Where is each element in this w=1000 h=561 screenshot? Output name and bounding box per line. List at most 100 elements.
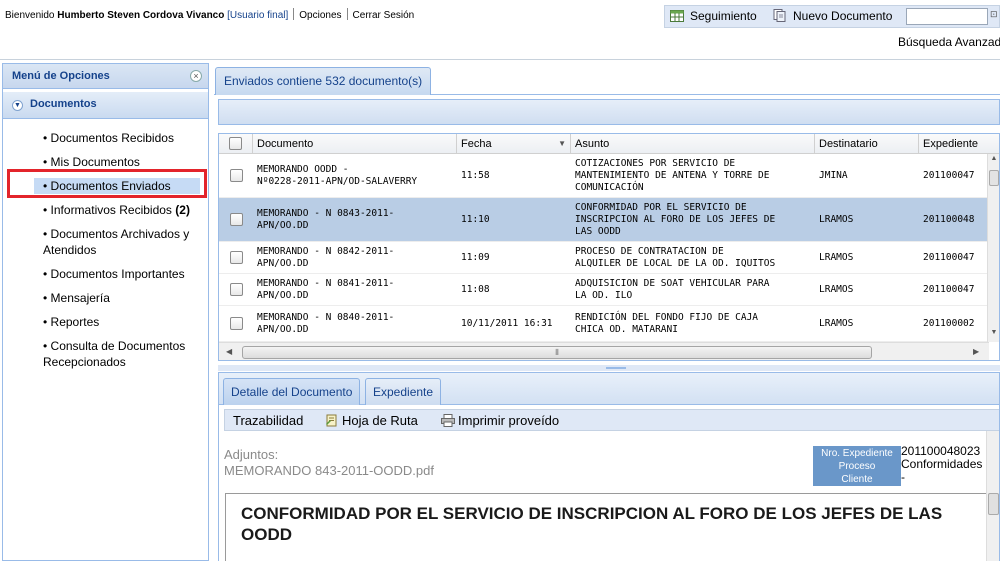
client-value: - (901, 470, 905, 484)
cell-asunto: RENDICIÓN DEL FONDO FIJO DE CAJA CHICA O… (575, 311, 759, 335)
cell-expediente: 201100002 (923, 317, 975, 329)
document-detail-panel: Detalle del Documento Expediente Trazabi… (218, 372, 1000, 561)
new-document-button[interactable]: Nuevo Documento (773, 9, 892, 23)
row-checkbox[interactable] (229, 213, 243, 226)
print-label: Imprimir proveído (458, 413, 560, 428)
menu-item-label: Consulta de Documentos Recepcionados (43, 339, 186, 369)
process-value: Conformidades (901, 457, 983, 471)
panel-splitter[interactable] (218, 365, 1000, 371)
route-sheet-icon (325, 414, 338, 427)
tab-expediente[interactable]: Expediente (365, 378, 442, 405)
top-toolbar: Seguimiento Nuevo Documento ⊡ (664, 5, 1000, 28)
scroll-left-icon[interactable]: ◀ (226, 347, 232, 356)
cell-documento: MEMORANDO - N 0842-2011- APN/OO.DD (257, 245, 395, 269)
column-header-expediente[interactable]: Expediente (919, 134, 999, 154)
menu-item-consulta-documentos[interactable]: • Consulta de Documentos Recepcionados (3, 338, 208, 370)
table-row[interactable]: MEMORANDO - N 0841-2011- APN/OO.DD 11:08… (219, 274, 989, 306)
grid-header: Documento Fecha ▼ Asunto Destinatario Exp… (219, 134, 999, 154)
options-link[interactable]: Opciones (299, 10, 341, 21)
menu-item-informativos-recibidos[interactable]: • Informativos Recibidos (2) (3, 202, 208, 218)
cell-destinatario: LRAMOS (819, 317, 854, 329)
divider (346, 8, 348, 20)
cell-documento: MEMORANDO - N 0840-2011- APN/OO.DD (257, 311, 395, 335)
table-row[interactable]: MEMORANDO - N 0843-2011- APN/OO.DD 11:10… (219, 198, 989, 242)
cell-fecha: 11:08 (461, 283, 490, 295)
advanced-search-link[interactable]: Búsqueda Avanzada (898, 35, 1000, 49)
tracking-label: Seguimiento (690, 9, 757, 23)
welcome-line: Bienvenido Humberto Steven Cordova Vivan… (5, 8, 414, 21)
table-row[interactable]: MEMORANDO OODD - Nº0228-2011-APN/OD-SALA… (219, 154, 989, 198)
menu-item-label: Mis Documentos (50, 155, 140, 169)
search-input[interactable] (906, 8, 988, 25)
attachment-file-link[interactable]: MEMORANDO 843-2011-OODD.pdf (224, 463, 434, 478)
documents-section-title: Documentos (30, 98, 97, 110)
menu-item-mis-documentos[interactable]: • Mis Documentos (3, 154, 208, 170)
documents-menu: • Documentos Recibidos • Mis Documentos … (3, 119, 208, 370)
route-sheet-button[interactable]: Hoja de Ruta (325, 413, 418, 428)
grid-horizontal-scrollbar[interactable]: ◀ ⦀ ▶ (219, 342, 989, 360)
expediente-number-label: Nro. Expediente (821, 448, 893, 459)
scroll-thumb[interactable]: ⦀ (242, 346, 872, 359)
menu-item-mensajeria[interactable]: • Mensajería (3, 290, 208, 306)
options-menu-header: Menú de Opciones × (3, 64, 208, 89)
tab-enviados[interactable]: Enviados contiene 532 documento(s) (215, 67, 432, 95)
client-label: Cliente (841, 474, 873, 485)
column-header-fecha[interactable]: Fecha ▼ (457, 134, 571, 154)
menu-item-label: Documentos Importantes (50, 267, 185, 281)
menu-item-documentos-recibidos[interactable]: • Documentos Recibidos (3, 130, 208, 146)
row-checkbox[interactable] (229, 317, 243, 330)
scroll-up-icon[interactable]: ▲ (989, 155, 999, 167)
cell-fecha: 11:58 (461, 169, 490, 181)
menu-item-documentos-archivados[interactable]: • Documentos Archivados y Atendidos (3, 226, 208, 258)
expediente-info-label: Nro. Expediente Proceso Cliente (813, 446, 901, 486)
row-checkbox[interactable] (229, 251, 243, 264)
cell-fecha: 11:09 (461, 251, 490, 263)
search-trigger-icon[interactable]: ⊡ (990, 9, 1000, 24)
scroll-thumb[interactable] (988, 493, 999, 515)
welcome-prefix: Bienvenido (5, 10, 55, 21)
cell-expediente: 201100047 (923, 283, 975, 295)
column-header-destinatario[interactable]: Destinatario (815, 134, 919, 154)
print-button[interactable]: Imprimir proveído (441, 413, 559, 428)
column-header-asunto[interactable]: Asunto (571, 134, 815, 154)
tab-detalle-documento[interactable]: Detalle del Documento (223, 378, 361, 405)
menu-item-documentos-enviados[interactable]: • Documentos Enviados (3, 178, 208, 194)
grid-toolbar (218, 99, 1000, 125)
grid-vertical-scrollbar[interactable]: ▲ ▼ (987, 154, 999, 342)
cell-expediente: 201100048 (923, 213, 975, 225)
menu-item-documentos-importantes[interactable]: • Documentos Importantes (3, 266, 208, 282)
document-icon (773, 9, 787, 22)
row-checkbox[interactable] (229, 283, 243, 296)
select-all-checkbox[interactable] (229, 137, 242, 150)
row-checkbox-cell (219, 242, 253, 273)
top-bar: Bienvenido Humberto Steven Cordova Vivan… (0, 0, 1000, 60)
documents-section-header[interactable]: ▼ Documentos (3, 92, 208, 119)
traceability-button[interactable]: Trazabilidad (233, 413, 303, 428)
menu-item-label: Informativos Recibidos (50, 203, 172, 217)
row-checkbox[interactable] (229, 169, 243, 182)
menu-item-reportes[interactable]: • Reportes (3, 314, 208, 330)
sort-desc-icon: ▼ (558, 139, 566, 148)
process-label: Proceso (838, 461, 876, 472)
menu-item-label: Reportes (50, 315, 100, 329)
chevron-down-icon: ▼ (12, 100, 23, 111)
column-header-documento[interactable]: Documento (253, 134, 457, 154)
table-row[interactable]: MEMORANDO - N 0840-2011- APN/OO.DD 10/11… (219, 306, 989, 342)
menu-item-label: Mensajería (50, 291, 110, 305)
main-tab-strip: Enviados contiene 532 documento(s) (214, 63, 1000, 95)
tracking-button[interactable]: Seguimiento (670, 9, 757, 23)
table-row[interactable]: MEMORANDO - N 0842-2011- APN/OO.DD 11:09… (219, 242, 989, 274)
cell-asunto: COTIZACIONES POR SERVICIO DE MANTENIMIEN… (575, 157, 770, 193)
detail-toolbar: Trazabilidad Hoja de Ruta Imprimir prove… (224, 409, 999, 431)
logout-link[interactable]: Cerrar Sesión (353, 10, 415, 21)
menu-item-label: Documentos Recibidos (50, 131, 174, 145)
route-sheet-label: Hoja de Ruta (342, 413, 418, 428)
new-document-label: Nuevo Documento (793, 9, 893, 23)
detail-vertical-scrollbar[interactable] (986, 431, 999, 561)
cell-fecha: 10/11/2011 16:31 (461, 317, 553, 329)
scroll-right-icon[interactable]: ▶ (973, 347, 979, 356)
scroll-thumb[interactable] (989, 170, 999, 186)
collapse-icon[interactable]: × (190, 70, 202, 82)
splitter-grip-icon (606, 367, 626, 369)
scroll-down-icon[interactable]: ▼ (989, 329, 999, 341)
